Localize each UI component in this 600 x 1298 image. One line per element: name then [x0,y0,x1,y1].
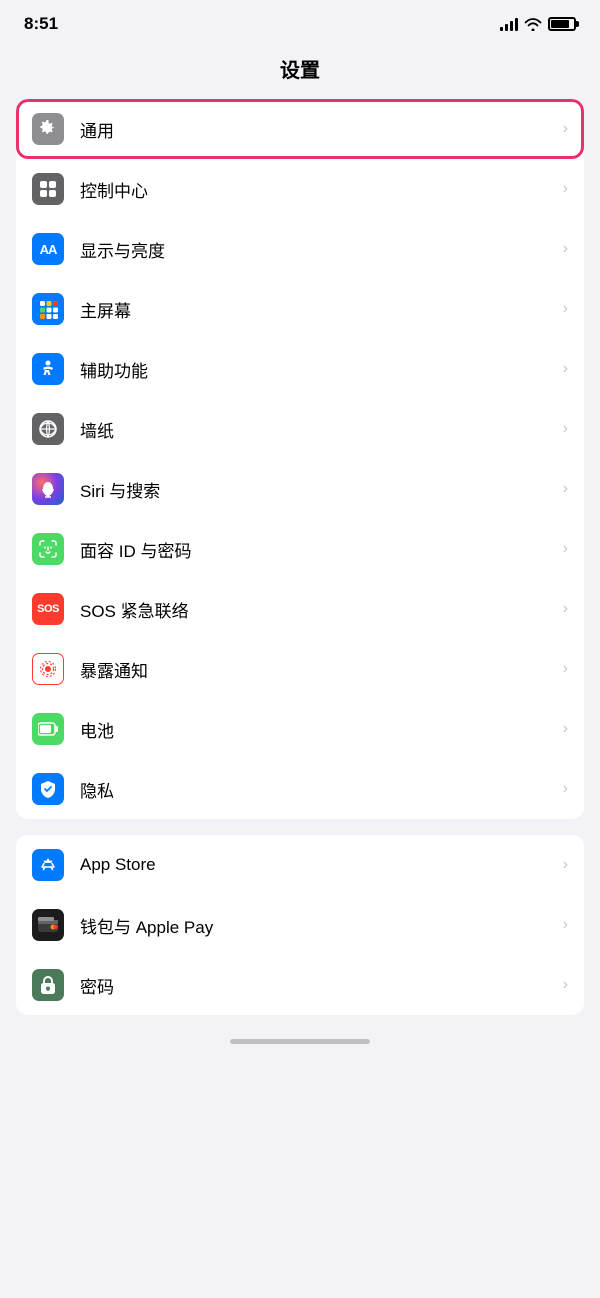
sidebar-item-privacy[interactable]: 隐私 › [16,759,584,819]
sidebar-item-wallpaper[interactable]: 墙纸 › [16,399,584,459]
sidebar-item-home-screen[interactable]: 主屏幕 › [16,279,584,339]
sidebar-item-display[interactable]: AA 显示与亮度 › [16,219,584,279]
sidebar-item-sos[interactable]: SOS SOS 紧急联络 › [16,579,584,639]
sidebar-item-siri[interactable]: Siri 与搜索 › [16,459,584,519]
general-chevron: › [563,120,568,138]
faceid-label: 面容 ID 与密码 [80,537,555,562]
control-center-label: 控制中心 [80,177,555,202]
status-bar: 8:51 [0,0,600,44]
display-icon: AA [32,233,64,265]
faceid-icon [32,533,64,565]
accessibility-label: 辅助功能 [80,357,555,382]
signal-icon [500,17,518,31]
gear-icon [32,113,64,145]
sidebar-item-general[interactable]: 通用 › [16,99,584,159]
password-icon [32,969,64,1001]
siri-icon [32,473,64,505]
appstore-label: App Store [80,855,555,875]
sos-label: SOS 紧急联络 [80,597,555,622]
exposure-icon [32,653,64,685]
battery-icon [548,17,576,31]
status-time: 8:51 [24,14,58,34]
sidebar-item-wallet[interactable]: 钱包与 Apple Pay › [16,895,584,955]
wallpaper-label: 墙纸 [80,417,555,442]
battery-settings-icon [32,713,64,745]
exposure-label: 暴露通知 [80,657,555,682]
sidebar-item-faceid[interactable]: 面容 ID 与密码 › [16,519,584,579]
accessibility-icon [32,353,64,385]
settings-group-1: 通用 › 控制中心 › AA 显示与亮度 › [16,99,584,819]
appstore-icon [32,849,64,881]
sidebar-item-control-center[interactable]: 控制中心 › [16,159,584,219]
control-center-icon [32,173,64,205]
sidebar-item-accessibility[interactable]: 辅助功能 › [16,339,584,399]
settings-group-2: App Store › 钱包与 Apple Pay › 密码 [16,835,584,1015]
sidebar-item-password[interactable]: 密码 › [16,955,584,1015]
privacy-icon [32,773,64,805]
siri-label: Siri 与搜索 [80,477,555,502]
sidebar-item-exposure[interactable]: 暴露通知 › [16,639,584,699]
general-label: 通用 [80,117,555,142]
display-label: 显示与亮度 [80,237,555,262]
privacy-label: 隐私 [80,777,555,802]
home-screen-icon [32,293,64,325]
wifi-icon [524,17,542,31]
wallet-label: 钱包与 Apple Pay [80,913,555,938]
page-title: 设置 [0,44,600,99]
home-indicator [0,1031,600,1052]
home-bar [230,1039,370,1044]
sos-icon: SOS [32,593,64,625]
status-icons [500,17,576,31]
home-screen-label: 主屏幕 [80,297,555,322]
battery-label: 电池 [80,717,555,742]
sidebar-item-battery[interactable]: 电池 › [16,699,584,759]
wallet-icon [32,909,64,941]
password-label: 密码 [80,973,555,998]
sidebar-item-appstore[interactable]: App Store › [16,835,584,895]
wallpaper-icon [32,413,64,445]
